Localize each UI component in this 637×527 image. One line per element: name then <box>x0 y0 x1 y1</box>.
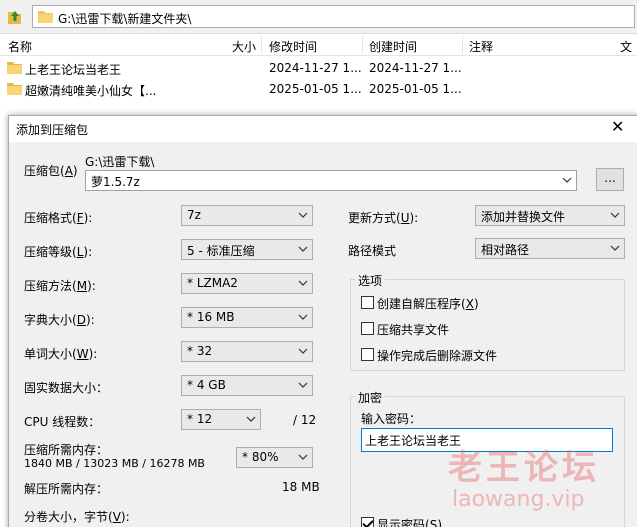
file-modified: 2025-01-05 1... <box>269 82 362 96</box>
cpu-value: * 12 <box>187 412 213 426</box>
file-modified: 2024-11-27 1... <box>269 61 362 75</box>
path-mode-label: 路径模式 <box>348 244 397 258</box>
column-separator[interactable] <box>462 36 463 54</box>
format-label: 压缩格式(F): <box>24 211 93 225</box>
method-select[interactable]: * LZMA2 <box>181 273 313 294</box>
archive-name-value: 萝1.5.7z <box>91 175 140 189</box>
column-header: 名称 大小 修改时间 创建时间 注释 文 <box>0 34 637 56</box>
sfx-checkbox[interactable] <box>361 296 374 309</box>
chevron-down-icon <box>562 177 572 183</box>
chevron-down-icon <box>298 314 308 320</box>
file-row[interactable]: 上老王论坛当老王 2024-11-27 1... 2024-11-27 1... <box>0 57 637 79</box>
method-value: * LZMA2 <box>187 276 238 290</box>
chevron-down-icon <box>246 416 256 422</box>
address-toolbar: G:\迅雷下载\新建文件夹\ <box>0 0 637 34</box>
method-label: 压缩方法(M): <box>24 279 96 293</box>
split-label: 分卷大小，字节(V): <box>24 510 130 524</box>
word-select[interactable]: * 32 <box>181 341 313 362</box>
level-value: 5 - 标准压缩 <box>187 244 255 258</box>
shared-label: 压缩共享文件 <box>377 323 450 337</box>
chevron-down-icon <box>298 348 308 354</box>
level-select[interactable]: 5 - 标准压缩 <box>181 239 313 260</box>
watermark-url: laowang.vip <box>452 487 585 512</box>
decompress-memory-label: 解压所需内存： <box>24 482 109 496</box>
dialog-titlebar[interactable]: 添加到压缩包 ✕ <box>9 116 637 142</box>
archive-label: 压缩包(A) <box>24 164 78 178</box>
encryption-title: 加密 <box>355 389 386 406</box>
solid-value: * 4 GB <box>187 378 226 392</box>
memory-value: * 80% <box>242 450 279 464</box>
path-mode-value: 相对路径 <box>481 243 530 257</box>
archive-path: G:\迅雷下载\ <box>85 155 155 169</box>
close-icon[interactable]: ✕ <box>611 118 624 136</box>
word-label: 单词大小(W): <box>24 347 98 361</box>
path-mode-select[interactable]: 相对路径 <box>475 238 625 259</box>
dict-label: 字典大小(D): <box>24 313 95 327</box>
sfx-label: 创建自解压程序(X) <box>377 297 479 311</box>
solid-label: 固实数据大小： <box>24 381 109 395</box>
memory-label: 压缩所需内存： <box>24 443 109 457</box>
word-value: * 32 <box>187 344 213 358</box>
chevron-down-icon <box>610 245 620 251</box>
file-name: 超嫩清纯唯美小仙女【... <box>25 84 157 98</box>
dict-value: * 16 MB <box>187 310 235 324</box>
file-created: 2024-11-27 1... <box>369 61 462 75</box>
cpu-label: CPU 线程数： <box>24 415 101 429</box>
file-row[interactable]: 超嫩清纯唯美小仙女【... 2025-01-05 1... 2025-01-05… <box>0 78 637 100</box>
address-text: G:\迅雷下载\新建文件夹\ <box>58 12 192 26</box>
column-comment[interactable]: 注释 <box>469 38 493 55</box>
column-size[interactable]: 大小 <box>232 38 256 55</box>
folder-icon <box>7 83 22 95</box>
archive-name-combo[interactable]: 萝1.5.7z <box>85 170 577 191</box>
watermark-title: 老王论坛 <box>448 448 600 488</box>
address-bar[interactable]: G:\迅雷下载\新建文件夹\ <box>32 5 635 28</box>
chevron-down-icon <box>298 246 308 252</box>
dialog-title: 添加到压缩包 <box>16 123 89 137</box>
browse-button[interactable]: ... <box>596 168 624 191</box>
file-manager: G:\迅雷下载\新建文件夹\ 名称 大小 修改时间 创建时间 注释 文 上老王论… <box>0 0 637 110</box>
update-value: 添加并替换文件 <box>481 210 566 224</box>
update-label: 更新方式(U): <box>348 211 419 225</box>
decompress-memory-value: 18 MB <box>282 480 320 494</box>
delete-source-label: 操作完成后删除源文件 <box>377 349 498 363</box>
memory-detail: 1840 MB / 13023 MB / 16278 MB <box>24 457 205 470</box>
chevron-down-icon <box>298 280 308 286</box>
column-name[interactable]: 名称 <box>8 38 32 55</box>
column-created[interactable]: 创建时间 <box>369 38 417 55</box>
solid-select[interactable]: * 4 GB <box>181 375 313 396</box>
chevron-down-icon <box>298 382 308 388</box>
folder-icon <box>7 62 22 74</box>
chevron-down-icon <box>610 212 620 218</box>
options-title: 选项 <box>355 272 386 289</box>
dict-select[interactable]: * 16 MB <box>181 307 313 328</box>
folder-icon <box>38 11 53 23</box>
password-value: 上老王论坛当老王 <box>365 434 462 448</box>
column-separator[interactable] <box>362 36 363 54</box>
cpu-select[interactable]: * 12 <box>181 409 261 430</box>
column-folders[interactable]: 文 <box>620 38 632 55</box>
show-password-checkbox[interactable] <box>361 517 374 527</box>
chevron-down-icon <box>298 212 308 218</box>
shared-checkbox[interactable] <box>361 322 374 335</box>
up-folder-icon[interactable] <box>6 8 24 26</box>
column-separator[interactable] <box>261 36 262 54</box>
password-label: 输入密码： <box>361 412 422 426</box>
format-select[interactable]: 7z <box>181 205 313 226</box>
file-created: 2025-01-05 1... <box>369 82 462 96</box>
memory-select[interactable]: * 80% <box>236 447 313 468</box>
file-name: 上老王论坛当老王 <box>25 63 122 77</box>
show-password-label: 显示密码(S) <box>377 518 443 527</box>
column-modified[interactable]: 修改时间 <box>269 38 317 55</box>
chevron-down-icon <box>298 454 308 460</box>
delete-source-checkbox[interactable] <box>361 348 374 361</box>
level-label: 压缩等级(L): <box>24 245 93 259</box>
format-value: 7z <box>187 208 201 222</box>
cpu-total: / 12 <box>293 413 317 427</box>
update-select[interactable]: 添加并替换文件 <box>475 205 625 226</box>
